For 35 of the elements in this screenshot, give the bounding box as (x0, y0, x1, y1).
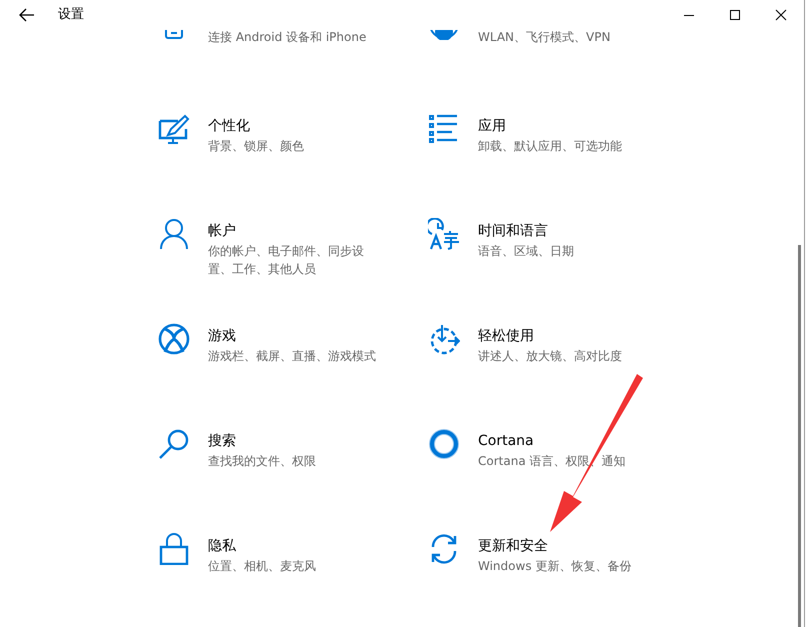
category-description: 讲述人、放大镜、高对比度 (478, 348, 622, 365)
back-arrow-icon (19, 8, 35, 22)
search-icon (158, 428, 190, 460)
category-link[interactable]: 时间和语言 (478, 221, 548, 241)
category-description: WLAN、飞行模式、VPN (478, 30, 610, 46)
category-link[interactable]: 帐户 (208, 221, 236, 241)
category-link[interactable]: 个性化 (208, 116, 250, 136)
category-link[interactable]: 应用 (478, 116, 506, 136)
window-title: 设置 (58, 6, 84, 24)
category-link[interactable]: 搜索 (208, 431, 236, 451)
category-description: 连接 Android 设备和 iPhone (208, 30, 366, 46)
category-link[interactable]: 游戏 (208, 326, 236, 346)
monitor-brush-icon (158, 113, 190, 145)
category-description: 位置、相机、麦克风 (208, 558, 316, 575)
clock-letters-icon (428, 218, 460, 250)
close-icon (775, 9, 787, 21)
maximize-icon (729, 9, 741, 21)
category-description: 游戏栏、截屏、直播、游戏模式 (208, 348, 376, 365)
category-description: Windows 更新、恢复、备份 (478, 558, 632, 575)
category-link[interactable]: Cortana (478, 431, 534, 451)
list-icon (428, 113, 460, 145)
category-link[interactable]: 轻松使用 (478, 326, 534, 346)
padlock-icon (158, 533, 190, 565)
scrollbar-thumb[interactable] (798, 245, 801, 627)
category-description: 语音、区域、日期 (478, 243, 574, 260)
category-description: 卸载、默认应用、可选功能 (478, 138, 622, 155)
category-description: 你的帐户、电子邮件、同步设置、工作、其他人员 (208, 243, 365, 278)
category-description: 背景、锁屏、颜色 (208, 138, 304, 155)
category-link[interactable]: 隐私 (208, 536, 236, 556)
xbox-icon (158, 323, 190, 355)
ring-icon (428, 428, 460, 460)
dashed-circle-arrow-icon (428, 323, 460, 355)
person-icon (158, 218, 190, 250)
category-description: 查找我的文件、权限 (208, 453, 316, 470)
category-link[interactable]: 更新和安全 (478, 536, 548, 556)
